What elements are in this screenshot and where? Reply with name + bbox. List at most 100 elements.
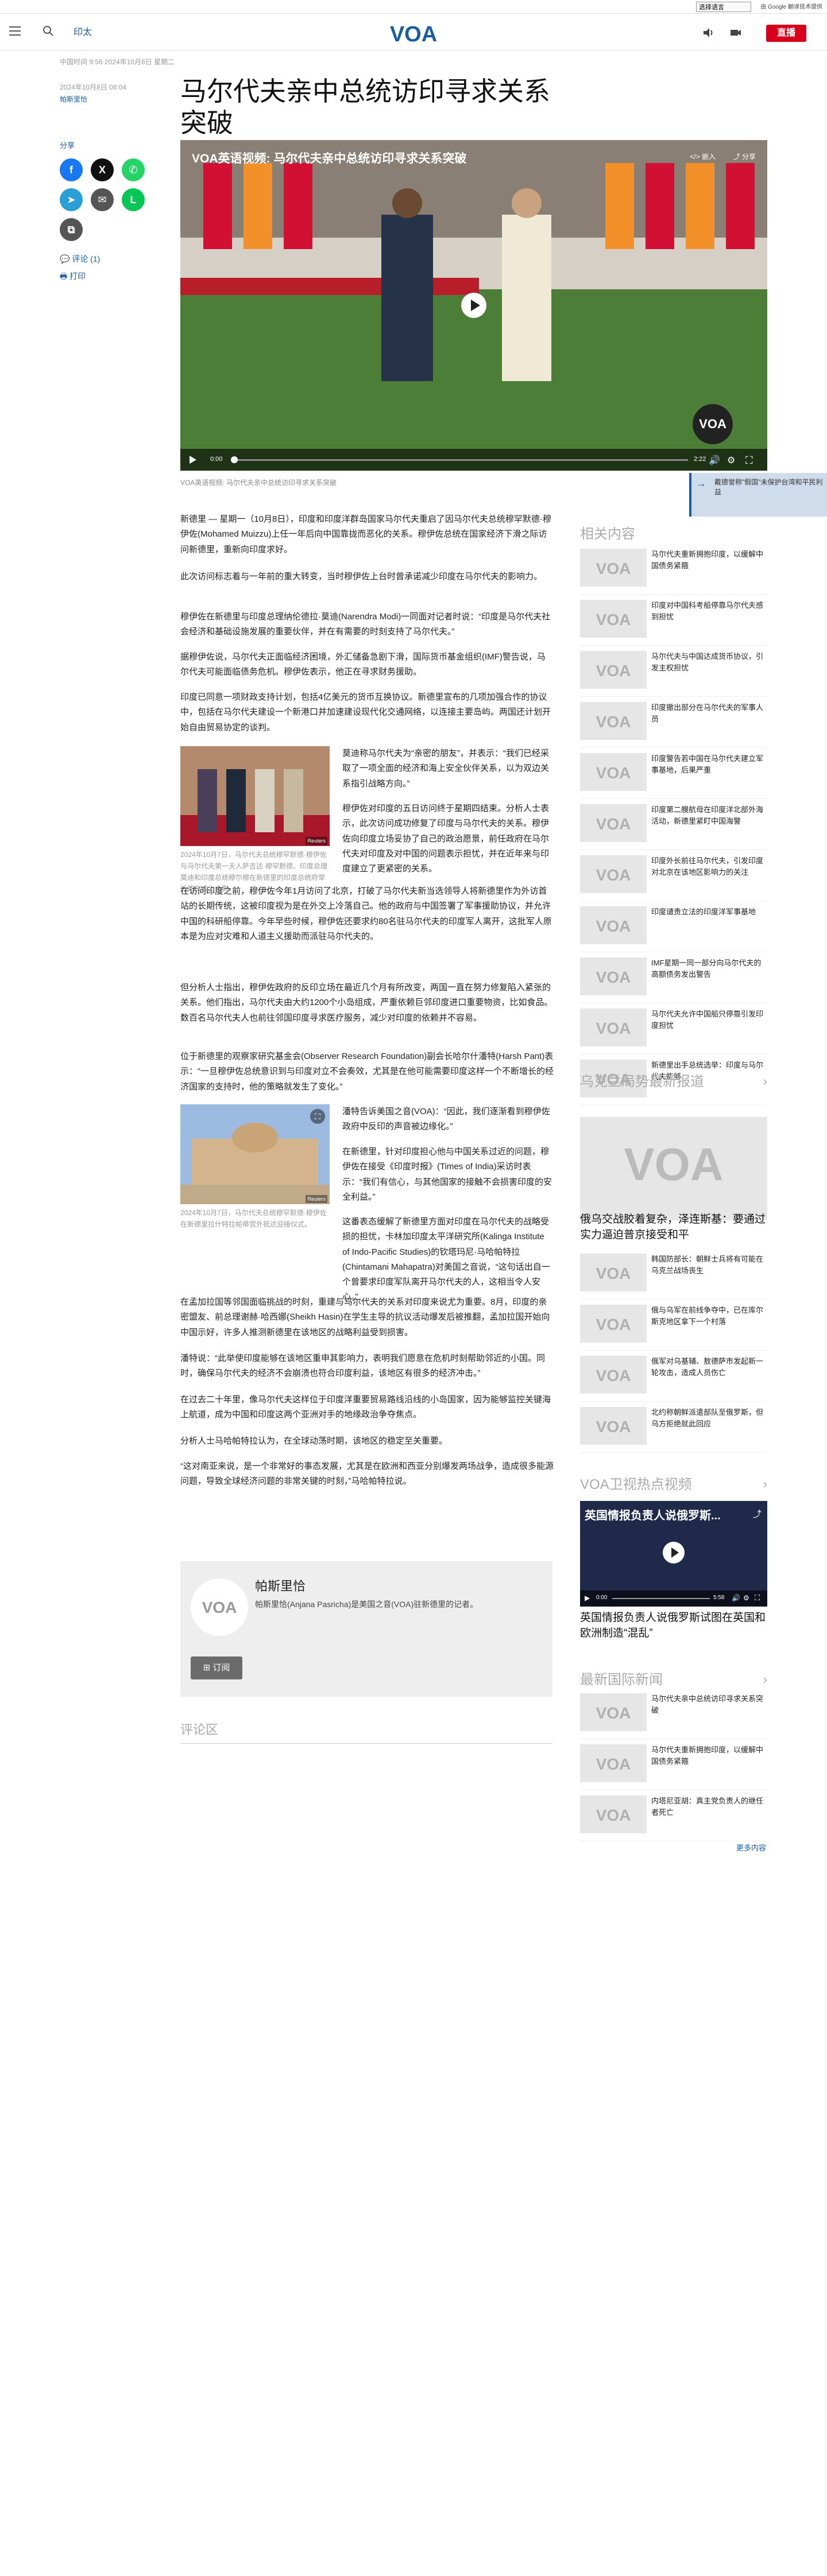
- intl-item[interactable]: VOA 马尔代夫亲中总统访印寻求关系突破: [580, 1693, 767, 1739]
- ukraine-item[interactable]: VOA 俄军对乌基辅、敖德萨市发起新一轮攻击，造成人员伤亡: [580, 1356, 767, 1402]
- video-player[interactable]: VOA英语视频: 马尔代夫亲中总统访印寻求关系突破 </> 嵌入 ⤴ 分享 VO…: [180, 140, 767, 471]
- list-item-title[interactable]: 韩国防部长：朝鲜士兵将有可能在乌克兰战场丧生: [651, 1254, 766, 1277]
- list-item-title[interactable]: 印度谴责立法的印度洋军事基地: [651, 906, 766, 918]
- video-progress-bar[interactable]: [231, 456, 688, 463]
- ukraine-feature-title[interactable]: 俄乌交战胶着复杂，泽连斯基：要通过实力逼迫普京接受和平: [580, 1212, 767, 1243]
- author-name[interactable]: 帕斯里恰: [255, 1576, 306, 1596]
- photo-leaders[interactable]: Reuters: [180, 746, 330, 846]
- list-item-title[interactable]: 马尔代夫与中国达成货币协议，引发主权担忧: [651, 651, 766, 674]
- thumbnail[interactable]: VOA: [580, 1407, 647, 1445]
- list-item-title[interactable]: 印度外长前往马尔代夫，引发印度对北京在该地区影响力的关注: [651, 855, 766, 878]
- related-item[interactable]: VOA 马尔代夫重新拥抱印度，以缓解中国债务紧箍: [580, 549, 767, 595]
- ukraine-feature-thumb[interactable]: VOA: [580, 1117, 767, 1220]
- intl-item[interactable]: VOA 内塔尼亚胡：真主党负责人的继任者死亡: [580, 1795, 767, 1841]
- ukraine-item[interactable]: VOA 俄与乌军在前线争夺中，已在库尔斯克地区拿下一个村落: [580, 1305, 767, 1351]
- ukraine-item[interactable]: VOA 韩国防部长：朝鲜士兵将有可能在乌克兰战场丧生: [580, 1254, 767, 1299]
- related-item[interactable]: VOA 印度外长前往马尔代夫，引发印度对北京在该地区影响力的关注: [580, 855, 767, 901]
- list-item-title[interactable]: 印度警告若中国在马尔代夫建立军事基地，后果严重: [651, 753, 766, 776]
- video-icon[interactable]: [729, 26, 742, 39]
- thumbnail[interactable]: VOA: [580, 1008, 647, 1046]
- related-item[interactable]: VOA 印度第二艘航母在印度洋北部外海活动，新德里紧盯中国海警: [580, 804, 767, 850]
- tv-video-title[interactable]: 英国情报负责人说俄罗斯试图在英国和欧洲制造“混乱”: [580, 1611, 767, 1641]
- more-link[interactable]: 更多内容: [736, 1842, 766, 1855]
- facebook-icon[interactable]: f: [60, 158, 83, 181]
- tv-video-player[interactable]: 英国情报负责人说俄罗斯... ⤴ ▶ 0:00 5:58 🔊 ⚙ ⛶: [580, 1501, 767, 1607]
- x-twitter-icon[interactable]: X: [91, 158, 114, 181]
- copy-link-icon[interactable]: ⧉: [60, 218, 83, 241]
- list-item-title[interactable]: 俄军对乌基辅、敖德萨市发起新一轮攻击，造成人员伤亡: [651, 1356, 766, 1379]
- voa-logo[interactable]: VOA: [384, 21, 443, 46]
- floating-news-banner[interactable]: → 戴德誉称"假国"未保护台湾和平民利益: [689, 473, 827, 517]
- list-item-title[interactable]: 印度撤出部分在马尔代夫的军事人员: [651, 702, 766, 725]
- tv-settings-icon[interactable]: ⚙: [743, 1593, 749, 1604]
- thumbnail[interactable]: VOA: [580, 1254, 647, 1291]
- thumbnail[interactable]: VOA: [580, 1795, 647, 1833]
- nav-indo-pacific[interactable]: 印太: [74, 25, 92, 40]
- thumbnail[interactable]: VOA: [580, 1305, 647, 1343]
- list-item-title[interactable]: 马尔代夫重新拥抱印度，以缓解中国债务紧箍: [651, 1744, 766, 1767]
- settings-icon[interactable]: ⚙: [727, 453, 735, 468]
- thumbnail[interactable]: VOA: [580, 753, 647, 791]
- related-item[interactable]: VOA IMF星期一同一部分向马尔代夫的高额债务发出警告: [580, 957, 767, 1003]
- list-item-title[interactable]: 马尔代夫亲中总统访印寻求关系突破: [651, 1693, 766, 1716]
- thumbnail[interactable]: VOA: [580, 957, 647, 995]
- audio-icon[interactable]: [702, 26, 714, 39]
- thumbnail[interactable]: VOA: [580, 1744, 647, 1782]
- live-button[interactable]: 直播: [766, 25, 806, 42]
- related-item[interactable]: VOA 印度警告若中国在马尔代夫建立军事基地，后果严重: [580, 753, 767, 799]
- tv-share-icon[interactable]: ⤴: [753, 1508, 762, 1522]
- line-icon[interactable]: L: [122, 188, 145, 211]
- search-icon[interactable]: [42, 25, 54, 37]
- video-progress-handle[interactable]: [231, 456, 238, 463]
- list-item-title[interactable]: IMF星期一同一部分向马尔代夫的高额债务发出警告: [651, 957, 766, 980]
- thumbnail[interactable]: VOA: [580, 702, 647, 740]
- menu-icon[interactable]: [9, 26, 21, 36]
- thumbnail[interactable]: VOA: [580, 804, 647, 842]
- print-link[interactable]: 🖶 打印: [60, 270, 86, 282]
- list-item-title[interactable]: 马尔代夫允许中国船只停靠引发印度担忧: [651, 1008, 766, 1031]
- tv-progress-bar[interactable]: [612, 1598, 710, 1599]
- thumbnail[interactable]: VOA: [580, 600, 647, 638]
- ukraine-heading[interactable]: 乌克兰局势最新报道 ›: [580, 1071, 767, 1093]
- thumbnail[interactable]: VOA: [580, 855, 647, 893]
- related-item[interactable]: VOA 印度对中国科考船停靠马尔代夫感到担忧: [580, 600, 767, 646]
- ukraine-item[interactable]: VOA 北约称朝鲜派遣部队至俄罗斯，但乌方拒绝就此回应: [580, 1407, 767, 1453]
- thumbnail[interactable]: VOA: [580, 651, 647, 689]
- control-play-icon[interactable]: [188, 455, 198, 464]
- thumbnail[interactable]: VOA: [580, 1356, 647, 1394]
- intl-item[interactable]: VOA 马尔代夫重新拥抱印度，以缓解中国债务紧箍: [580, 1744, 767, 1790]
- list-item-title[interactable]: 印度对中国科考船停靠马尔代夫感到担忧: [651, 600, 766, 623]
- related-item[interactable]: VOA 印度谴责立法的印度洋军事基地: [580, 906, 767, 952]
- list-item-title[interactable]: 马尔代夫重新拥抱印度，以缓解中国债务紧箍: [651, 549, 766, 572]
- list-item-title[interactable]: 内塔尼亚胡：真主党负责人的继任者死亡: [651, 1795, 766, 1818]
- tv-control-play-icon[interactable]: ▶: [585, 1593, 590, 1604]
- thumbnail[interactable]: VOA: [580, 549, 647, 587]
- video-embed-button[interactable]: </> 嵌入: [690, 152, 716, 162]
- fullscreen-icon[interactable]: ⛶: [745, 452, 753, 469]
- author-link[interactable]: 帕斯里恰: [60, 95, 87, 103]
- whatsapp-icon[interactable]: ✆: [122, 158, 145, 181]
- play-icon[interactable]: [460, 292, 488, 319]
- expand-icon[interactable]: ⛶: [310, 1109, 325, 1124]
- email-icon[interactable]: ✉: [91, 188, 114, 211]
- related-item[interactable]: VOA 印度撤出部分在马尔代夫的军事人员: [580, 702, 767, 748]
- avatar[interactable]: VOA: [191, 1578, 248, 1636]
- comments-link[interactable]: 💬 评论 (1): [60, 253, 100, 265]
- list-item-title[interactable]: 俄与乌军在前线争夺中，已在库尔斯克地区拿下一个村落: [651, 1305, 766, 1328]
- photo-palace[interactable]: ⛶ Reuters: [180, 1104, 330, 1204]
- thumbnail[interactable]: VOA: [580, 1693, 647, 1731]
- tv-heading[interactable]: VOA卫视热点视频 ›: [580, 1474, 767, 1496]
- tv-play-icon[interactable]: [662, 1541, 685, 1564]
- video-share-button[interactable]: ⤴ 分享: [733, 152, 756, 162]
- related-item[interactable]: VOA 马尔代夫允许中国船只停靠引发印度担忧: [580, 1008, 767, 1054]
- thumbnail[interactable]: VOA: [580, 906, 647, 944]
- tv-volume-icon[interactable]: 🔊: [732, 1593, 740, 1604]
- tv-fullscreen-icon[interactable]: ⛶: [755, 1592, 760, 1604]
- list-item-title[interactable]: 北约称朝鲜派遣部队至俄罗斯，但乌方拒绝就此回应: [651, 1407, 766, 1430]
- intl-heading[interactable]: 最新国际新闻 ›: [580, 1669, 767, 1691]
- subscribe-button[interactable]: ⊞ 订阅: [191, 1656, 242, 1679]
- language-select[interactable]: 选择语言: [696, 2, 751, 12]
- related-item[interactable]: VOA 马尔代夫与中国达成货币协议，引发主权担忧: [580, 651, 767, 697]
- volume-icon[interactable]: 🔊: [709, 453, 720, 468]
- telegram-icon[interactable]: ➤: [60, 188, 83, 211]
